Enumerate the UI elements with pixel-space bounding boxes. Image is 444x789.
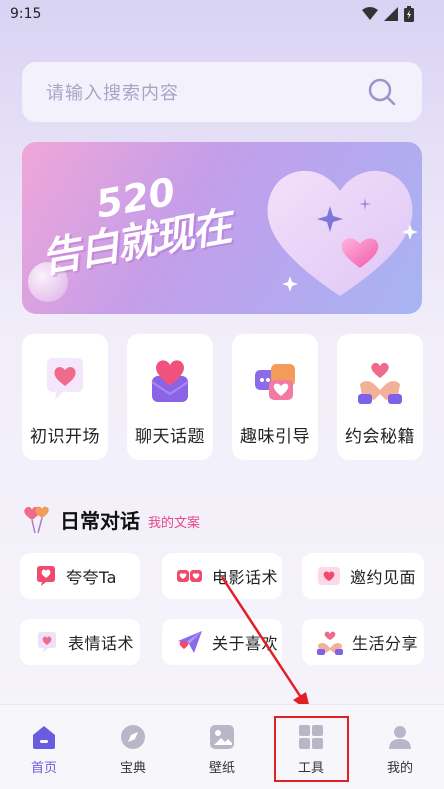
chip-movie-lines[interactable]: 电影话术 <box>162 553 282 599</box>
my-copy-link[interactable]: 我的文案 <box>148 512 200 531</box>
chip-label: 夸夸Ta <box>66 568 117 587</box>
chip-label: 关于喜欢 <box>212 634 279 653</box>
card-label: 约会秘籍 <box>345 427 415 447</box>
chip-praise[interactable]: 夸夸Ta <box>20 553 140 599</box>
heart-bubble-icon <box>37 566 55 586</box>
wifi-icon <box>362 7 378 20</box>
promo-banner[interactable]: 520 告白就现在 <box>22 142 422 314</box>
card-heart-icon <box>318 567 340 585</box>
category-cards: 初识开场 聊天话题 趣味引导 约会秘籍 <box>22 334 423 460</box>
card-label: 初识开场 <box>30 427 100 447</box>
chip-label: 表情话术 <box>68 634 135 653</box>
user-icon <box>389 726 411 749</box>
tab-wallpaper[interactable]: 壁纸 <box>192 723 252 776</box>
tab-guide[interactable]: 宝典 <box>103 723 163 776</box>
status-time: 9:15 <box>10 6 42 22</box>
card-label: 趣味引导 <box>240 427 310 447</box>
image-icon <box>210 725 234 749</box>
signal-icon <box>384 7 398 21</box>
paper-plane-heart-icon <box>178 631 202 653</box>
bottom-tab-bar: 首页 宝典 壁纸 工具 我的 <box>0 704 444 789</box>
share-hands-icon <box>317 631 343 655</box>
search-bar[interactable]: 请输入搜索内容 <box>22 62 422 122</box>
search-icon[interactable] <box>368 78 396 106</box>
card-dating-tips[interactable]: 约会秘籍 <box>337 334 423 460</box>
battery-icon <box>404 6 414 22</box>
heart-illustration <box>267 170 418 296</box>
status-icons <box>362 6 414 22</box>
emoji-heart-icon <box>38 632 56 653</box>
card-chat-topics[interactable]: 聊天话题 <box>127 334 213 460</box>
card-label: 聊天话题 <box>135 427 205 447</box>
chip-label: 邀约见面 <box>350 568 417 587</box>
tab-label: 壁纸 <box>208 761 235 776</box>
chip-invite-meet[interactable]: 邀约见面 <box>302 553 424 599</box>
chat-bubbles-heart-icon <box>255 364 295 400</box>
hands-heart-icon <box>358 362 402 404</box>
chip-label: 生活分享 <box>352 634 419 653</box>
movie-hearts-icon <box>177 570 202 582</box>
envelope-heart-icon <box>151 360 189 402</box>
chip-emoji-lines[interactable]: 表情话术 <box>20 619 140 665</box>
search-input[interactable]: 请输入搜索内容 <box>46 79 179 105</box>
chip-label: 电影话术 <box>212 568 279 587</box>
status-bar: 9:15 <box>0 0 444 30</box>
tab-label: 首页 <box>30 761 57 776</box>
tab-label: 宝典 <box>119 761 146 776</box>
tab-label: 我的 <box>386 761 413 776</box>
compass-icon <box>121 725 145 749</box>
home-icon <box>33 726 55 749</box>
card-first-meet[interactable]: 初识开场 <box>22 334 108 460</box>
tab-home[interactable]: 首页 <box>14 723 74 776</box>
section-title: 日常对话 <box>60 509 140 533</box>
section-header: 日常对话 我的文案 <box>22 500 200 534</box>
chip-life-share[interactable]: 生活分享 <box>302 619 424 665</box>
card-fun-guide[interactable]: 趣味引导 <box>232 334 318 460</box>
tools-highlight-box <box>274 716 349 782</box>
tab-me[interactable]: 我的 <box>370 723 430 776</box>
heart-balloons-icon <box>24 506 49 534</box>
speech-heart-icon <box>47 358 83 400</box>
chip-about-love[interactable]: 关于喜欢 <box>162 619 282 665</box>
